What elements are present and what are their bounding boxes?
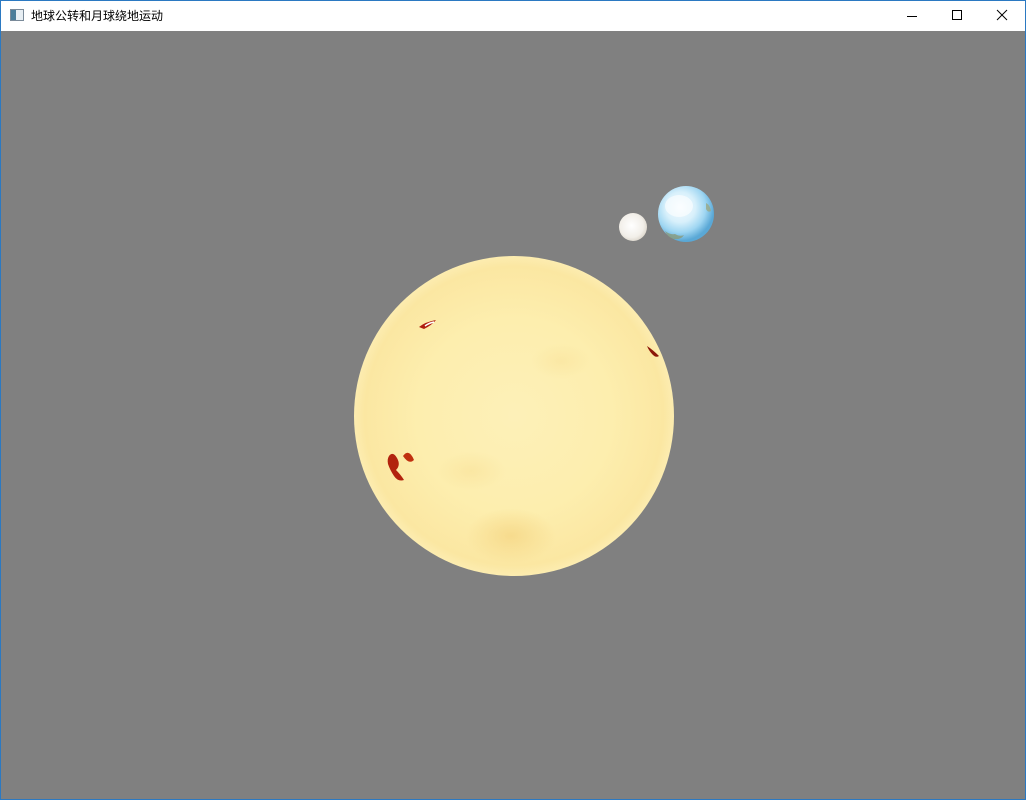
close-icon: [996, 9, 1008, 21]
close-button[interactable]: [979, 1, 1025, 31]
moon: [619, 213, 647, 241]
title-bar[interactable]: 地球公转和月球绕地运动: [1, 1, 1025, 31]
app-window: 地球公转和月球绕地运动: [0, 0, 1026, 800]
minimize-button[interactable]: [889, 1, 935, 31]
opengl-viewport[interactable]: [1, 31, 1025, 799]
window-title: 地球公转和月球绕地运动: [31, 9, 164, 23]
maximize-icon: [952, 10, 962, 20]
sun: [354, 256, 674, 576]
app-icon: [10, 9, 24, 21]
maximize-button[interactable]: [934, 1, 980, 31]
earth: [658, 186, 714, 242]
scene-canvas: [354, 186, 714, 576]
minimize-icon: [907, 16, 917, 17]
